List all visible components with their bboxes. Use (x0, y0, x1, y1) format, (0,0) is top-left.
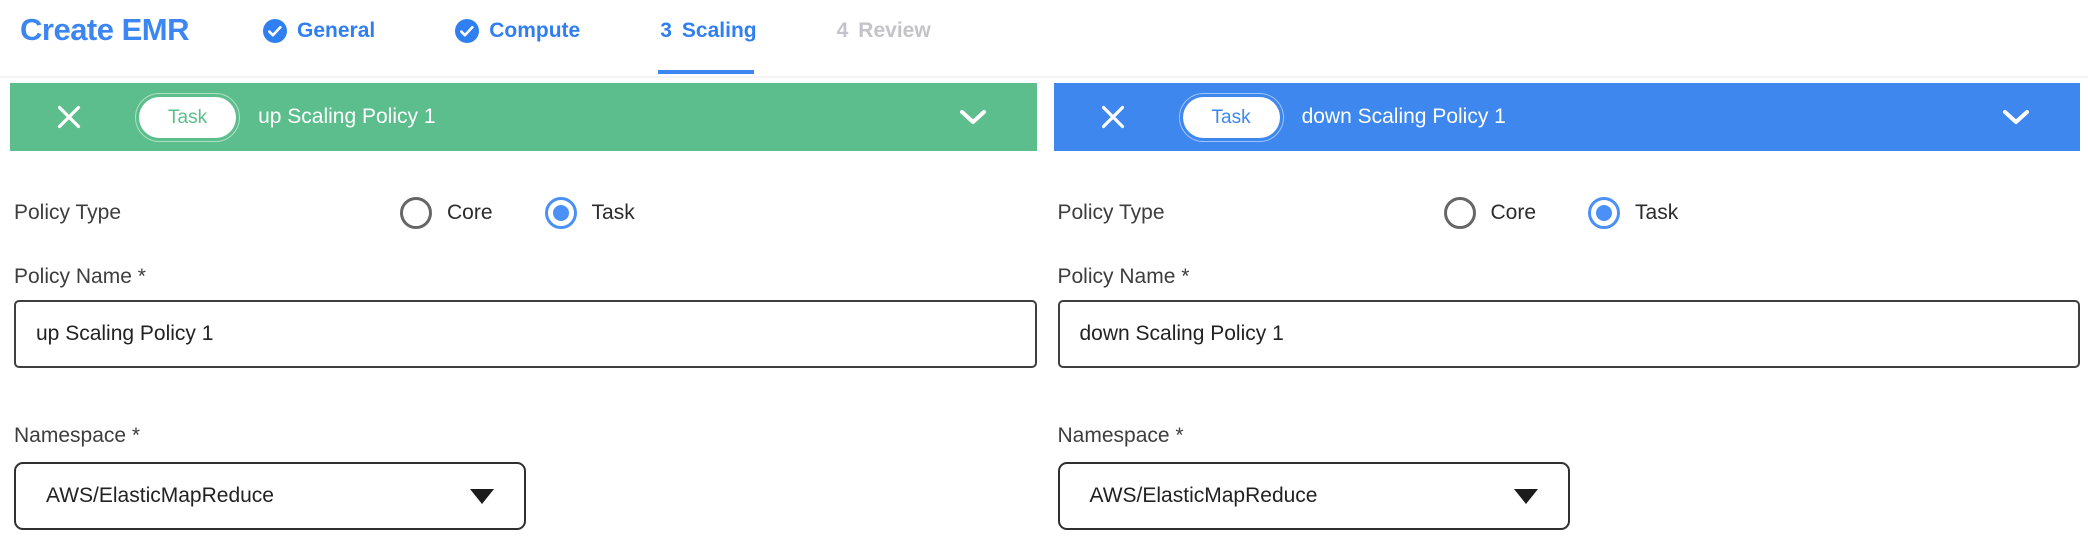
panel-up-scaling-policy: Task up Scaling Policy 1 Policy Type Cor… (10, 83, 1037, 530)
radio-label: Core (447, 201, 493, 225)
policy-type-label: Policy Type (14, 201, 400, 225)
policy-type-badge: Task (139, 97, 236, 138)
namespace-field: Namespace * AWS/ElasticMapReduce (1058, 424, 2081, 530)
namespace-label: Namespace * (14, 424, 1037, 448)
step-number: 3 (660, 19, 672, 43)
radio-option-core[interactable]: Core (1444, 197, 1537, 229)
policy-name-label: Policy Name * (1058, 265, 2081, 289)
caret-down-icon (1514, 489, 1538, 504)
policy-type-row: Policy Type Core Task (14, 196, 1037, 229)
policy-name-input[interactable] (1058, 300, 2081, 368)
chevron-down-icon[interactable] (959, 109, 987, 125)
step-label: General (297, 19, 375, 43)
wizard-header: Create EMR General Compute 3 Scaling 4 R… (0, 0, 2088, 78)
wizard-steps: General Compute 3 Scaling 4 Review (263, 17, 1011, 45)
radio-label: Task (1635, 201, 1678, 225)
radio-circle[interactable] (400, 197, 432, 229)
policy-header-bar[interactable]: Task down Scaling Policy 1 (1054, 83, 2081, 151)
step-review[interactable]: 4 Review (837, 17, 931, 45)
radio-circle[interactable] (1444, 197, 1476, 229)
namespace-selected-value: AWS/ElasticMapReduce (46, 484, 274, 508)
policy-form: Policy Type Core Task Policy Name * Name… (1054, 196, 2081, 530)
radio-circle-selected[interactable] (545, 197, 577, 229)
namespace-dropdown[interactable]: AWS/ElasticMapReduce (14, 462, 526, 530)
policy-type-badge: Task (1183, 97, 1280, 138)
radio-circle-selected[interactable] (1588, 197, 1620, 229)
step-general[interactable]: General (263, 17, 375, 45)
radio-option-task[interactable]: Task (545, 197, 635, 229)
policy-form: Policy Type Core Task Policy Name * Name… (10, 196, 1037, 530)
namespace-selected-value: AWS/ElasticMapReduce (1090, 484, 1318, 508)
scaling-policies: Task up Scaling Policy 1 Policy Type Cor… (0, 83, 2088, 530)
radio-label: Task (592, 201, 635, 225)
policy-type-label: Policy Type (1058, 201, 1444, 225)
chevron-down-icon[interactable] (2002, 109, 2030, 125)
policy-bar-title: down Scaling Policy 1 (1302, 105, 1506, 129)
radio-option-core[interactable]: Core (400, 197, 493, 229)
policy-header-bar[interactable]: Task up Scaling Policy 1 (10, 83, 1037, 151)
step-scaling[interactable]: 3 Scaling (660, 17, 756, 45)
page-title: Create EMR (20, 13, 189, 47)
policy-name-label: Policy Name * (14, 265, 1037, 289)
step-label: Review (858, 19, 930, 43)
policy-name-input[interactable] (14, 300, 1037, 368)
policy-type-row: Policy Type Core Task (1058, 196, 2081, 229)
check-circle-icon (263, 19, 287, 43)
namespace-label: Namespace * (1058, 424, 2081, 448)
policy-bar-title: up Scaling Policy 1 (258, 105, 435, 129)
close-icon[interactable] (54, 102, 84, 132)
policy-name-field: Policy Name * (1058, 265, 2081, 368)
radio-label: Core (1491, 201, 1537, 225)
close-icon[interactable] (1098, 102, 1128, 132)
namespace-field: Namespace * AWS/ElasticMapReduce (14, 424, 1037, 530)
panel-down-scaling-policy: Task down Scaling Policy 1 Policy Type C… (1054, 83, 2081, 530)
step-compute[interactable]: Compute (455, 17, 580, 45)
check-circle-icon (455, 19, 479, 43)
step-number: 4 (837, 19, 849, 43)
caret-down-icon (470, 489, 494, 504)
policy-name-field: Policy Name * (14, 265, 1037, 368)
step-label: Compute (489, 19, 580, 43)
step-label: Scaling (682, 19, 757, 43)
namespace-dropdown[interactable]: AWS/ElasticMapReduce (1058, 462, 1570, 530)
radio-option-task[interactable]: Task (1588, 197, 1678, 229)
